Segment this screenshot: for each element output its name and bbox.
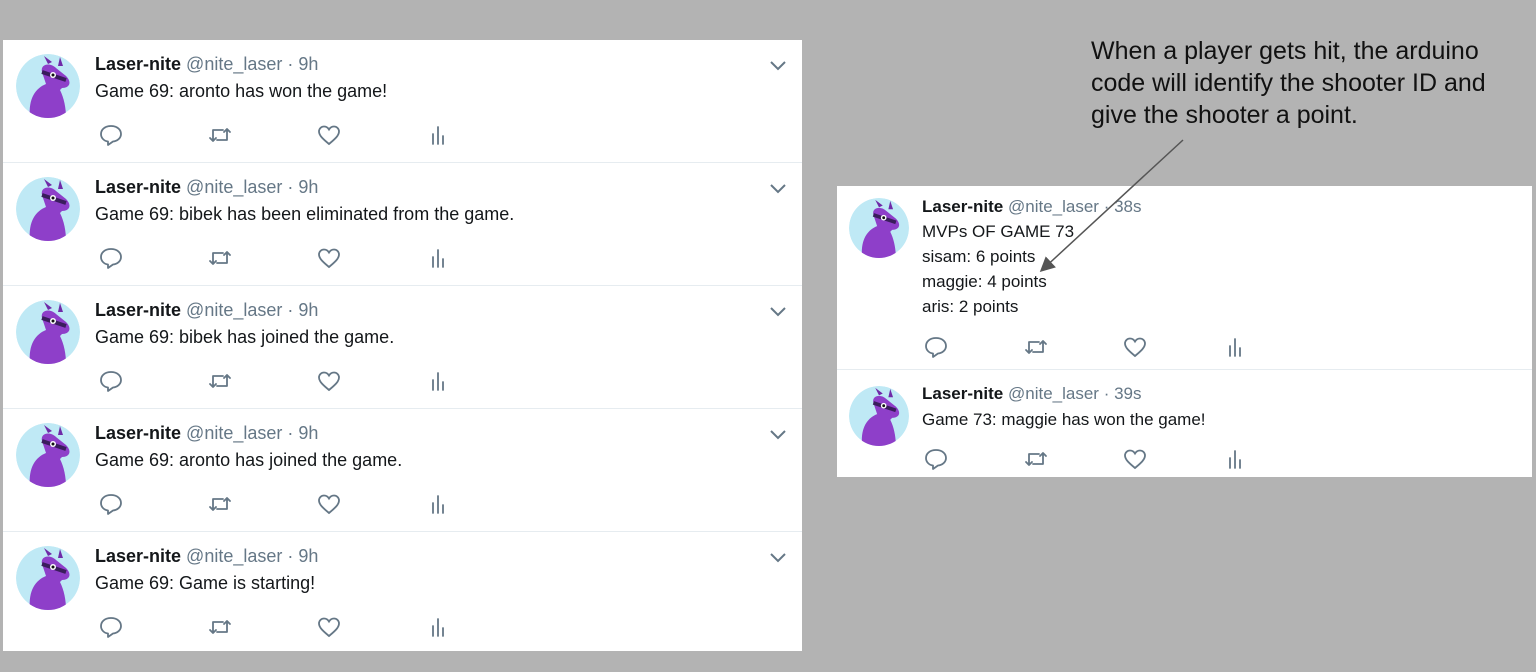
tweet-timestamp[interactable]: 9h [298,54,318,74]
tweet-timestamp[interactable]: 9h [298,423,318,443]
separator-dot: · [287,423,294,443]
analytics-icon[interactable] [425,246,451,270]
tweet-header: Laser-nite @nite_laser · 9h [95,422,318,444]
tweet-header: Laser-nite @nite_laser · 9h [95,545,318,567]
tweet-card[interactable]: Laser-nite @nite_laser · 9h Game 69: aro… [3,40,802,163]
reply-icon[interactable] [98,246,124,270]
tweet-line: aris: 2 points [922,297,1019,316]
separator-dot: · [1103,384,1110,403]
tweet-header: Laser-nite @nite_laser · 9h [95,299,318,321]
reply-icon[interactable] [923,447,949,471]
tweet-header: Laser-nite @nite_laser · 38s [922,197,1142,217]
reply-icon[interactable] [98,123,124,147]
author-handle[interactable]: @nite_laser [186,546,282,566]
purple-llama-avatar-icon[interactable] [16,177,80,241]
tweet-text: Game 69: bibek has joined the game. [95,327,395,347]
purple-llama-avatar-icon[interactable] [16,54,80,118]
retweet-icon[interactable] [1023,335,1049,359]
tweet-timestamp[interactable]: 9h [298,300,318,320]
tweet-card[interactable]: Laser-nite @nite_laser · 9h Game 69: bib… [3,286,802,409]
tweet-card[interactable]: Laser-nite @nite_laser · 9h Game 69: aro… [3,409,802,532]
tweet-line: sisam: 6 points [922,247,1036,266]
tweet-text: Game 69: aronto has won the game! [95,81,388,101]
retweet-icon[interactable] [207,246,233,270]
tweet-header: Laser-nite @nite_laser · 9h [95,176,318,198]
heart-icon[interactable] [316,369,342,393]
analytics-icon[interactable] [425,369,451,393]
analytics-icon[interactable] [1222,335,1248,359]
tweet-card[interactable]: Laser-nite @nite_laser · 9h Game 69: bib… [3,163,802,286]
author-name[interactable]: Laser-nite [95,300,181,320]
analytics-icon[interactable] [1222,447,1248,471]
purple-llama-avatar-icon[interactable] [849,386,909,446]
tweet-text: Game 69: bibek has been eliminated from … [95,204,515,224]
author-name[interactable]: Laser-nite [95,423,181,443]
author-handle[interactable]: @nite_laser [1008,197,1099,216]
tweet-text: Game 69: Game is starting! [95,573,316,593]
tweet-timestamp[interactable]: 9h [298,177,318,197]
heart-icon[interactable] [1122,335,1148,359]
separator-dot: · [287,54,294,74]
heart-icon[interactable] [316,123,342,147]
purple-llama-avatar-icon[interactable] [849,198,909,258]
tweet-timestamp[interactable]: 38s [1114,197,1141,216]
analytics-icon[interactable] [425,123,451,147]
tweet-line: Game 73: maggie has won the game! [922,410,1206,429]
annotation-text: When a player gets hit, the arduino code… [1091,37,1486,129]
author-name[interactable]: Laser-nite [95,546,181,566]
separator-dot: · [287,300,294,320]
retweet-icon[interactable] [207,615,233,639]
tweet-text: Game 73: maggie has won the game! [922,407,1206,432]
tweet-header: Laser-nite @nite_laser · 9h [95,53,318,75]
author-handle[interactable]: @nite_laser [186,300,282,320]
author-handle[interactable]: @nite_laser [186,423,282,443]
reply-icon[interactable] [98,492,124,516]
separator-dot: · [1103,197,1110,216]
chevron-down-icon[interactable] [768,181,788,195]
tweet-text: Game 69: aronto has joined the game. [95,450,403,470]
tweet-timestamp[interactable]: 9h [298,546,318,566]
tweet-text: MVPs OF GAME 73 sisam: 6 points maggie: … [922,219,1074,319]
reply-icon[interactable] [98,615,124,639]
heart-icon[interactable] [316,246,342,270]
retweet-icon[interactable] [207,492,233,516]
purple-llama-avatar-icon[interactable] [16,300,80,364]
chevron-down-icon[interactable] [768,427,788,441]
right-tweet-feed: Laser-nite @nite_laser · 38s MVPs OF GAM… [837,186,1532,477]
tweet-card[interactable]: Laser-nite @nite_laser · 38s MVPs OF GAM… [837,186,1532,370]
tweet-card[interactable]: Laser-nite @nite_laser · 9h Game 69: Gam… [3,532,802,655]
analytics-icon[interactable] [425,492,451,516]
author-handle[interactable]: @nite_laser [1008,384,1099,403]
author-name[interactable]: Laser-nite [95,177,181,197]
author-name[interactable]: Laser-nite [922,197,1003,216]
tweet-line: maggie: 4 points [922,272,1047,291]
reply-icon[interactable] [923,335,949,359]
retweet-icon[interactable] [207,123,233,147]
retweet-icon[interactable] [1023,447,1049,471]
purple-llama-avatar-icon[interactable] [16,423,80,487]
tweet-timestamp[interactable]: 39s [1114,384,1141,403]
chevron-down-icon[interactable] [768,58,788,72]
tweet-line: MVPs OF GAME 73 [922,222,1075,241]
separator-dot: · [287,546,294,566]
left-tweet-feed: Laser-nite @nite_laser · 9h Game 69: aro… [3,40,802,651]
author-handle[interactable]: @nite_laser [186,54,282,74]
heart-icon[interactable] [316,492,342,516]
purple-llama-avatar-icon[interactable] [16,546,80,610]
heart-icon[interactable] [316,615,342,639]
retweet-icon[interactable] [207,369,233,393]
author-name[interactable]: Laser-nite [922,384,1003,403]
author-handle[interactable]: @nite_laser [186,177,282,197]
separator-dot: · [287,177,294,197]
heart-icon[interactable] [1122,447,1148,471]
tweet-card[interactable]: Laser-nite @nite_laser · 39s Game 73: ma… [837,371,1532,477]
reply-icon[interactable] [98,369,124,393]
analytics-icon[interactable] [425,615,451,639]
chevron-down-icon[interactable] [768,550,788,564]
author-name[interactable]: Laser-nite [95,54,181,74]
tweet-header: Laser-nite @nite_laser · 39s [922,384,1142,404]
chevron-down-icon[interactable] [768,304,788,318]
